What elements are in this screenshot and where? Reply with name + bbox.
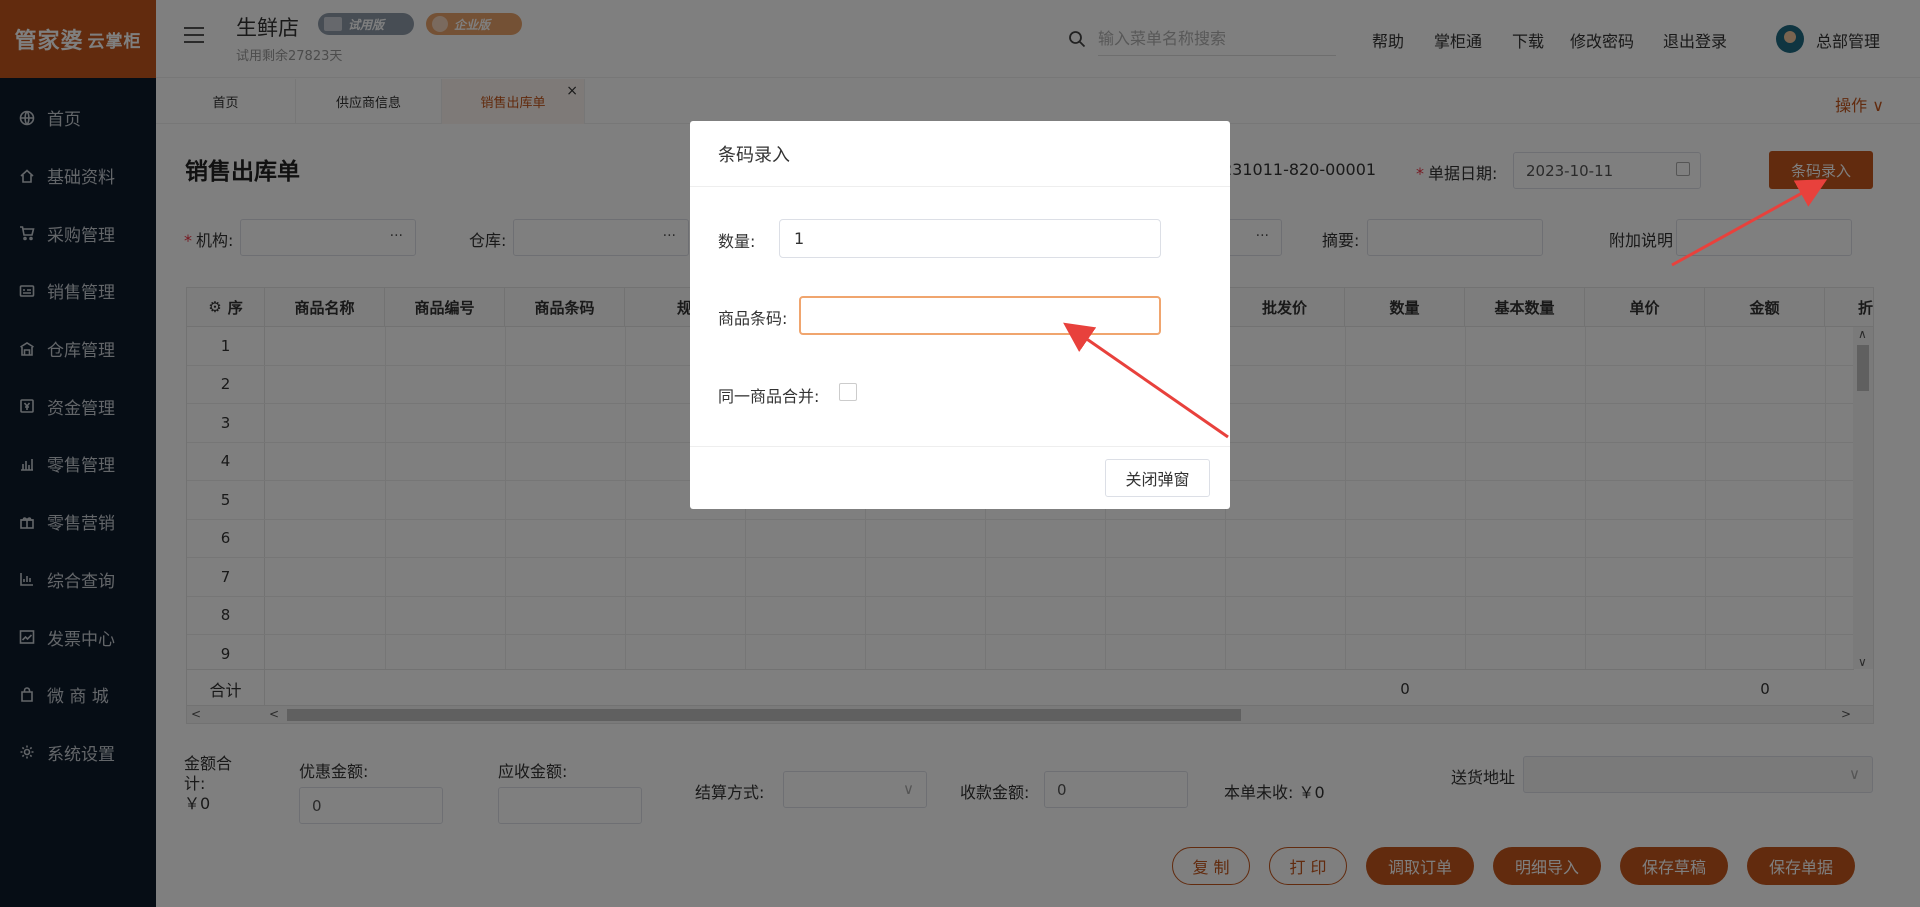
barcode-input[interactable] (799, 296, 1161, 335)
dialog-divider (690, 186, 1230, 187)
dialog-title: 条码录入 (718, 145, 790, 166)
barcode-entry-dialog: 条码录入 数量: 1 商品条码: 同一商品合并: 关闭弹窗 (690, 121, 1230, 509)
close-dialog-button[interactable]: 关闭弹窗 (1105, 459, 1210, 497)
quantity-value: 1 (794, 229, 805, 248)
merge-same-label: 同一商品合并: (718, 387, 820, 406)
quantity-input[interactable]: 1 (779, 219, 1161, 258)
quantity-label: 数量: (718, 232, 756, 251)
barcode-label: 商品条码: (718, 309, 788, 328)
dialog-divider (690, 446, 1230, 447)
merge-same-checkbox[interactable] (839, 383, 857, 401)
